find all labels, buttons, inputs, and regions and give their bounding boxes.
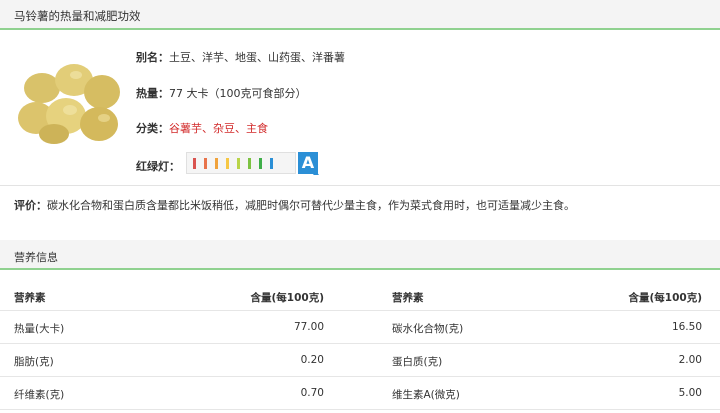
divider <box>0 185 720 186</box>
page-title: 马铃薯的热量和减肥功效 <box>14 9 141 23</box>
nutrition-header: 营养信息 <box>0 240 720 270</box>
rating-grade-badge: A <box>298 152 318 174</box>
table-row-value: 77.00 <box>293 321 324 333</box>
food-panel-header: 马铃薯的热量和减肥功效 <box>0 0 720 30</box>
rating-label: 红绿灯： <box>136 160 180 173</box>
rating-segment <box>204 158 207 169</box>
potato-image <box>18 64 120 144</box>
evaluation-row: 评价：碳水化合物和蛋白质含量都比米饭稍低，减肥时偶尔可替代少量主食，作为菜式食用… <box>14 197 575 213</box>
table-row-value: 0.20 <box>300 354 324 366</box>
rating-segment <box>259 158 262 169</box>
rating-segment <box>215 158 218 169</box>
left-col-nutrient-header: 营养素 <box>14 292 46 304</box>
evaluation-text: 碳水化合物和蛋白质含量都比米饭稍低，减肥时偶尔可替代少量主食，作为菜式食用时，也… <box>47 199 575 212</box>
table-row-name: 蛋白质(克) <box>392 356 443 368</box>
table-row-name: 纤维素(克) <box>14 389 65 401</box>
table-row-name: 碳水化合物(克) <box>392 323 464 335</box>
table-divider <box>0 343 720 344</box>
calorie-value: 77 大卡（100克可食部分） <box>169 87 307 100</box>
alias-row: 别名：土豆、洋芋、地蛋、山药蛋、洋番薯 <box>136 49 345 65</box>
right-col-nutrient-header: 营养素 <box>392 292 424 304</box>
table-row-value: 5.00 <box>678 387 702 399</box>
category-label: 分类： <box>136 122 169 135</box>
rating-segment <box>270 158 273 169</box>
rating-segment <box>226 158 229 169</box>
table-row-value: 0.70 <box>300 387 324 399</box>
table-row-value: 16.50 <box>671 321 702 333</box>
rating-segment <box>237 158 240 169</box>
table-row-name: 热量(大卡) <box>14 323 65 335</box>
left-col-amount-header: 含量(每100克) <box>250 292 324 304</box>
right-col-amount-header: 含量(每100克) <box>628 292 702 304</box>
table-row-value: 2.00 <box>678 354 702 366</box>
rating-bar <box>186 152 319 175</box>
table-row-name: 维生素A(微克) <box>392 389 460 401</box>
calorie-row: 热量：77 大卡（100克可食部分） <box>136 85 307 101</box>
alias-label: 别名： <box>136 51 169 64</box>
rating-segment <box>248 158 251 169</box>
rating-segment <box>193 158 196 169</box>
table-row-name: 脂肪(克) <box>14 356 54 368</box>
calorie-label: 热量： <box>136 87 169 100</box>
alias-value: 土豆、洋芋、地蛋、山药蛋、洋番薯 <box>169 51 345 64</box>
category-row: 分类：谷薯芋、杂豆、主食 <box>136 120 268 136</box>
table-divider <box>0 409 720 410</box>
nutrition-title: 营养信息 <box>14 251 58 264</box>
table-divider <box>0 310 720 311</box>
table-divider <box>0 376 720 377</box>
category-value[interactable]: 谷薯芋、杂豆、主食 <box>169 122 268 135</box>
evaluation-label: 评价： <box>14 199 47 212</box>
